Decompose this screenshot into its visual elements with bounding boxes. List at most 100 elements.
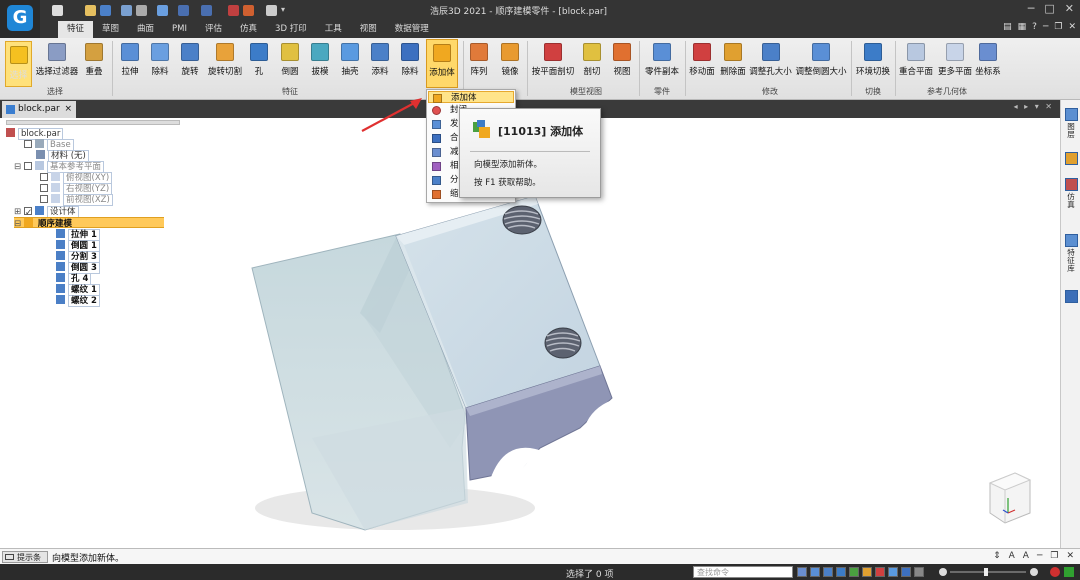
coincident-plane-button[interactable]: 重合平面: [898, 39, 934, 85]
view-cube[interactable]: [985, 468, 1035, 528]
tree-plane-xy[interactable]: 俯视图(XY): [40, 172, 113, 184]
tree-ref-planes[interactable]: ⊟ 基本参考平面: [14, 161, 105, 173]
tree-base[interactable]: Base: [24, 139, 74, 151]
section-by-plane-button[interactable]: 按平面剖切: [530, 39, 576, 85]
tree-material[interactable]: 材料 (无): [36, 150, 89, 162]
tab-close-icon[interactable]: ×: [64, 101, 72, 117]
tab-evaluate[interactable]: 评估: [196, 21, 231, 38]
qat-dropdown-icon[interactable]: ▾: [281, 5, 292, 16]
doc-close-icon[interactable]: ✕: [1068, 22, 1076, 32]
tree-sequential[interactable]: ⊟ 顺序建模: [14, 217, 164, 230]
coordinate-system-button[interactable]: 坐标系: [975, 39, 1001, 85]
undo-icon[interactable]: [178, 5, 189, 16]
layout-icon[interactable]: ▤: [1003, 22, 1012, 32]
marker-icon[interactable]: [243, 5, 254, 16]
command-search-input[interactable]: 查找命令: [693, 566, 793, 578]
tab-view[interactable]: 视图: [351, 21, 386, 38]
save-icon[interactable]: [100, 5, 111, 16]
tools-icon[interactable]: [228, 5, 239, 16]
close-icon[interactable]: ✕: [1065, 2, 1074, 15]
arrow-icon[interactable]: [797, 567, 807, 577]
settings-icon[interactable]: ▦: [1018, 22, 1027, 32]
pattern-button[interactable]: 阵列: [467, 39, 491, 85]
hole-button[interactable]: 孔: [249, 39, 269, 85]
new-icon[interactable]: [52, 5, 63, 16]
scroll-icon[interactable]: ⇕: [993, 551, 1001, 561]
settings-panel-tab[interactable]: [1064, 290, 1078, 305]
shell-button[interactable]: 抽壳: [338, 39, 362, 85]
tab-pmi[interactable]: PMI: [163, 21, 196, 38]
checkbox[interactable]: [40, 195, 48, 203]
part-copy-button[interactable]: 零件副本: [642, 39, 682, 85]
print-icon[interactable]: [121, 5, 132, 16]
fit-icon[interactable]: [836, 567, 846, 577]
app-logo[interactable]: G: [0, 0, 40, 38]
threaded-hole-2[interactable]: [544, 327, 582, 359]
collapse-icon[interactable]: ⊟: [14, 219, 21, 230]
threaded-hole-1[interactable]: [502, 205, 542, 235]
tree-plane-yz[interactable]: 右视图(YZ): [40, 183, 113, 195]
mirror-button[interactable]: 镜像: [498, 39, 522, 85]
minimize-icon[interactable]: ─: [1037, 551, 1042, 561]
move-face-button[interactable]: 移动面: [688, 39, 716, 85]
revolve-button[interactable]: 旋转: [178, 39, 202, 85]
tab-scroll-arrows[interactable]: ◂ ▸ ▾ ✕: [1014, 102, 1054, 111]
rotate-icon[interactable]: [862, 567, 872, 577]
checkbox[interactable]: [24, 140, 32, 148]
resize-hole-button[interactable]: 调整孔大小: [749, 39, 792, 85]
close-icon[interactable]: ✕: [1066, 551, 1074, 561]
resize-round-button[interactable]: 调整倒圆大小: [794, 39, 848, 85]
shading-icon[interactable]: [901, 567, 911, 577]
delete-face-button[interactable]: 删除面: [718, 39, 748, 85]
round-button[interactable]: 倒圆: [278, 39, 302, 85]
tab-3d-print[interactable]: 3D 打印: [266, 21, 316, 38]
draft-button[interactable]: 拔模: [308, 39, 332, 85]
tab-feature[interactable]: 特征: [58, 21, 94, 38]
tab-surface[interactable]: 曲面: [128, 21, 163, 38]
tab-simulation[interactable]: 仿真: [231, 21, 266, 38]
pointer-icon[interactable]: [266, 5, 277, 16]
tree-feature-thread-1[interactable]: 螺纹 1: [56, 284, 100, 296]
cut-button[interactable]: 除料: [148, 39, 172, 85]
extrude-button[interactable]: 拉伸: [118, 39, 142, 85]
tree-plane-xz[interactable]: 前视图(XZ): [40, 194, 113, 206]
tree-feature-extrude[interactable]: 拉伸 1: [56, 229, 100, 241]
document-tab[interactable]: block.par ×: [2, 101, 76, 118]
zoom-icon[interactable]: [823, 567, 833, 577]
tree-feature-round-3[interactable]: 倒圆 3: [56, 262, 100, 274]
display-icon[interactable]: [914, 567, 924, 577]
collapse-icon[interactable]: ⊟: [14, 162, 21, 173]
checkbox[interactable]: [40, 184, 48, 192]
tools-panel-tab[interactable]: [1064, 152, 1078, 167]
feature-library-panel-tab[interactable]: 特征库: [1064, 234, 1078, 273]
tree-feature-hole[interactable]: 孔 4: [56, 273, 92, 285]
tab-tools[interactable]: 工具: [316, 21, 351, 38]
print-preview-icon[interactable]: [136, 5, 147, 16]
restore-icon[interactable]: ❐: [1050, 551, 1058, 561]
overlap-button[interactable]: 重叠: [82, 39, 106, 85]
select-button[interactable]: 选择: [5, 41, 32, 87]
remove-material-button[interactable]: 除料: [398, 39, 422, 85]
help-icon[interactable]: ?: [1032, 22, 1037, 32]
stop-icon[interactable]: [1050, 567, 1060, 577]
menu-item-add-body[interactable]: 添加体: [428, 91, 514, 103]
zoom-slider[interactable]: [938, 567, 1046, 577]
prompt-bar-label[interactable]: 提示条: [2, 551, 48, 563]
add-body-button[interactable]: 添加体: [426, 39, 458, 88]
tree-feature-split[interactable]: 分割 3: [56, 251, 100, 263]
list-icon[interactable]: [157, 5, 168, 16]
minimize-icon[interactable]: ─: [1028, 2, 1035, 15]
tab-data-management[interactable]: 数据管理: [386, 21, 438, 38]
more-planes-button[interactable]: 更多平面: [937, 39, 973, 85]
simulation-panel-tab[interactable]: 仿真: [1064, 178, 1078, 209]
tree-design-body[interactable]: ⊞ ✓ 设计体: [14, 206, 79, 218]
redo-icon[interactable]: [201, 5, 212, 16]
maximize-icon[interactable]: □: [1044, 2, 1054, 15]
tree-feature-round-1[interactable]: 倒圆 1: [56, 240, 100, 252]
checkbox-checked[interactable]: ✓: [24, 207, 32, 218]
font-smaller-icon[interactable]: A: [1023, 551, 1029, 561]
section-button[interactable]: 剖切: [580, 39, 604, 85]
font-larger-icon[interactable]: A: [1009, 551, 1015, 561]
doc-restore-icon[interactable]: ❐: [1054, 22, 1062, 32]
view-button[interactable]: 视图: [610, 39, 634, 85]
